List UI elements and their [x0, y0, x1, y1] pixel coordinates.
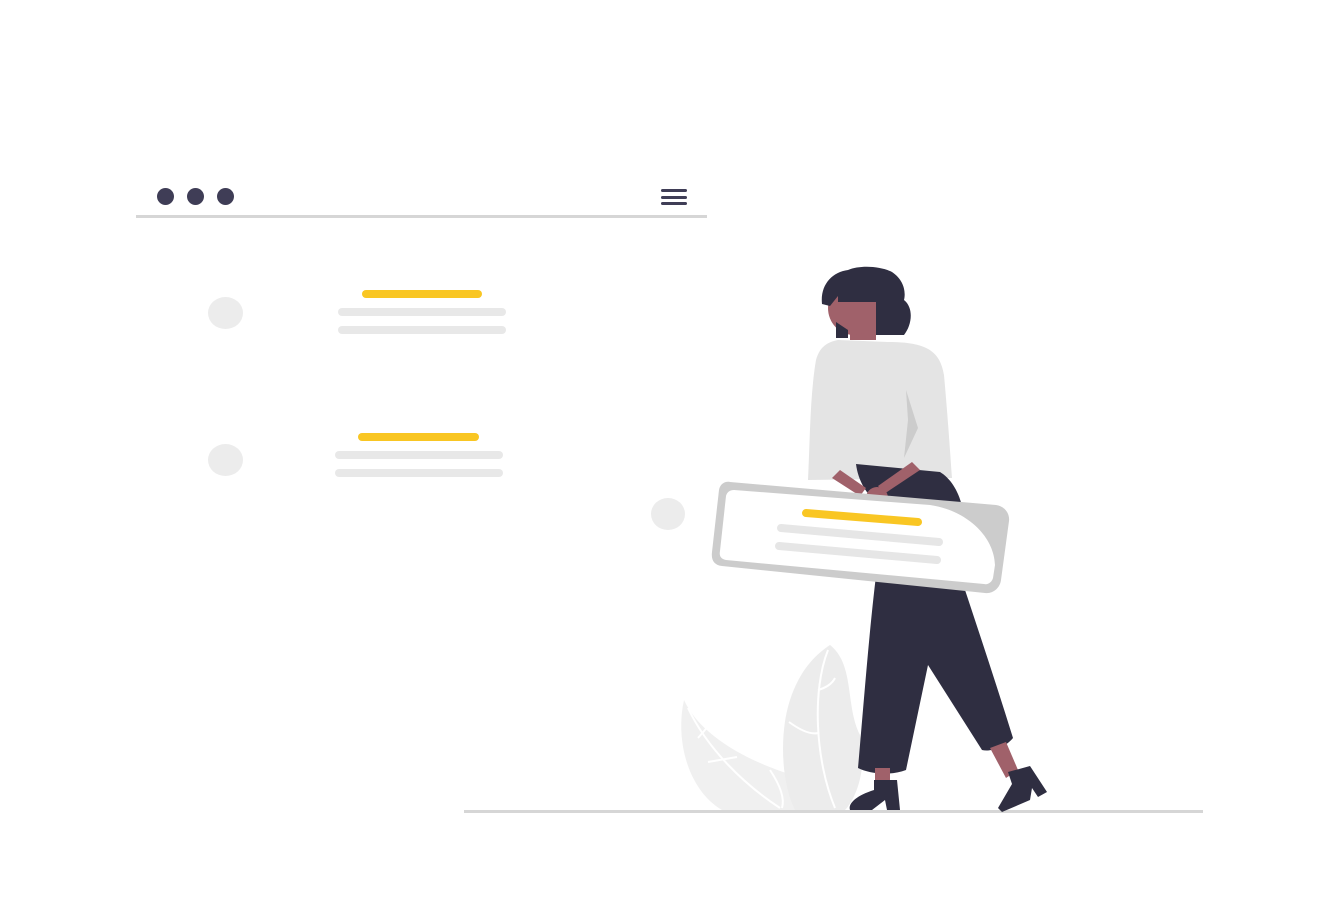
plant-icon [681, 645, 863, 810]
illustration [464, 266, 1203, 813]
dragged-card[interactable] [711, 481, 1010, 594]
card-avatar-placeholder [651, 498, 685, 530]
ground-line [464, 810, 1203, 813]
stage [0, 0, 1339, 897]
